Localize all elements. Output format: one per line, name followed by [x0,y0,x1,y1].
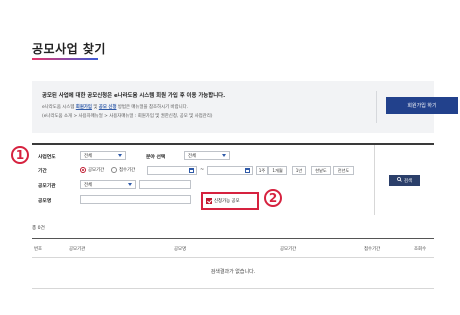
highlight-box [201,192,259,210]
notice-line-2-mid: 및 [91,105,99,110]
notice-line-1: 공모된 사업에 대한 공모신청은 e나라도움 시스템 회원 가입 후 이용 가능… [42,93,226,99]
end-date-input[interactable] [207,166,253,175]
notice-line-2: e나라도움 시스템 회원가입 및 공모 신청 방법은 매뉴얼을 참조하시기 바랍… [42,104,188,110]
col-notice-period: 공모기간 [280,247,297,252]
title-underline [32,58,98,60]
field-select[interactable]: 전체 [184,151,230,160]
total-count: 총 0건 [32,226,45,231]
col-views: 조회수 [414,247,427,252]
field-select-value: 전체 [188,153,197,159]
year-label: 사업연도 [38,155,56,160]
agency-text-input[interactable] [139,180,191,189]
radio-notice-period[interactable]: 공모기간 [80,167,104,173]
period-last-year-button[interactable]: 전년도 [333,166,354,175]
page-title: 공모사업 찾기 [32,42,106,56]
notice-line-2-prefix: e나라도움 시스템 [42,105,76,110]
results-table-header: 번호 공모기관 공모명 공모기간 접수기간 조회수 [32,238,434,258]
notice-divider [376,91,377,123]
col-receipt-period: 접수기간 [364,247,381,252]
empty-results-message: 검색결과가 없습니다. [210,269,256,275]
notice-line-2-suffix: 방법은 매뉴얼을 참조하시기 바랍니다. [116,105,189,110]
radio-unchecked-icon [111,167,117,173]
notice-line-3: (e나라도움 소개 > 사용자매뉴얼 > 사용자매뉴얼 : 회원가입 및 권한신… [42,114,213,119]
radio-receipt-period[interactable]: 접수기간 [111,167,135,173]
col-number: 번호 [34,247,43,252]
period-1week-button[interactable]: 1주 [256,166,268,175]
period-this-year-button[interactable]: 한낱도 [311,166,331,175]
name-label: 공모명 [38,199,52,204]
col-agency: 공모기관 [69,247,86,252]
search-icon [397,177,402,184]
annotation-marker-1: 1 [11,146,29,164]
results-table-bottom-border [32,288,434,289]
chevron-down-icon [118,154,122,157]
apply-manual-link[interactable]: 공모 신청 [99,105,117,110]
search-button[interactable]: 검색 [389,175,420,186]
period-1month-button[interactable]: 1개월 [268,166,287,175]
field-label: 분야 선택 [146,155,166,160]
year-select[interactable]: 전체 [80,151,126,160]
date-range-separator: ~ [200,167,205,173]
annotation-marker-2: 2 [264,189,282,207]
agency-select[interactable]: 전체 [80,180,136,189]
year-select-value: 전체 [84,153,93,159]
chevron-down-icon [222,154,226,157]
period-label: 기간 [38,169,47,174]
period-1year-button[interactable]: 1년 [292,166,306,175]
signup-manual-link[interactable]: 회원가입 [76,105,92,110]
radio-checked-icon [80,167,86,173]
notice-box: 공모된 사업에 대한 공모신청은 e나라도움 시스템 회원 가입 후 이용 가능… [32,81,458,133]
start-date-input[interactable] [147,166,197,175]
agency-label: 공모기관 [38,184,56,189]
calendar-icon [245,168,250,173]
col-name: 공모명 [174,247,187,252]
agency-select-value: 전체 [84,182,93,188]
calendar-icon [189,168,194,173]
radio-receipt-period-label: 접수기간 [119,168,136,173]
radio-notice-period-label: 공모기간 [88,168,105,173]
search-button-label: 검색 [403,178,413,184]
name-input[interactable] [80,195,191,204]
join-button[interactable]: 회원가입 하기 [386,97,458,114]
chevron-down-icon [128,183,132,186]
